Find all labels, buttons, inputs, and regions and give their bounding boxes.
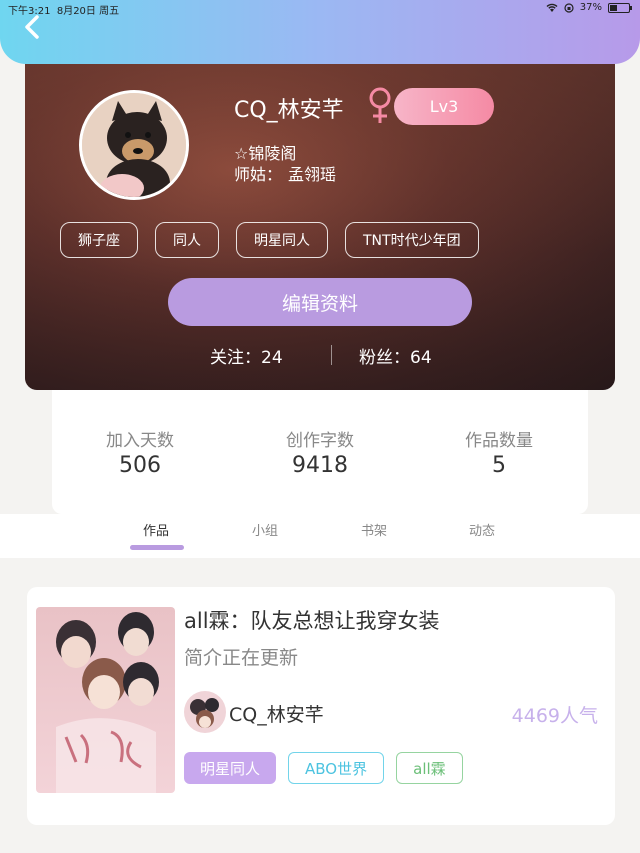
female-gender-icon <box>369 87 391 123</box>
wifi-icon <box>546 3 558 12</box>
top-bar: 下午3:21 8月20日 周五 37% <box>0 0 640 64</box>
book-cover[interactable] <box>36 607 175 793</box>
profile-tag[interactable]: 同人 <box>155 222 219 258</box>
stat-works-count: 作品数量 5 <box>429 426 569 478</box>
author-avatar[interactable] <box>184 691 226 733</box>
mentor-info: 师姑： 孟翎瑶 <box>234 161 336 185</box>
popularity-count: 4469人气 <box>511 705 598 727</box>
battery-percent: 37% <box>579 2 602 13</box>
profile-tag[interactable]: 狮子座 <box>60 222 138 258</box>
following-count[interactable]: 关注：24 <box>210 343 283 368</box>
back-arrow-icon[interactable] <box>20 14 46 40</box>
followers-count[interactable]: 粉丝：64 <box>359 343 432 368</box>
work-tags: 明星同人 ABO世界 all霖 <box>184 752 463 784</box>
status-date: 8月20日 周五 <box>56 6 120 17</box>
stat-word-count: 创作字数 9418 <box>250 426 390 478</box>
followers-value: 64 <box>410 348 432 368</box>
stat-label: 作品数量 <box>465 431 533 451</box>
tab-bar: 作品 小组 书架 动态 <box>0 514 640 558</box>
stat-join-days: 加入天数 506 <box>70 426 210 478</box>
divider <box>331 345 332 365</box>
tab-activity[interactable]: 动态 <box>469 520 495 539</box>
tab-groups[interactable]: 小组 <box>252 520 278 539</box>
profile-tag[interactable]: TNT时代少年团 <box>345 222 479 258</box>
battery-icon <box>608 2 632 13</box>
active-tab-indicator <box>130 545 184 550</box>
tab-bookshelf[interactable]: 书架 <box>361 520 387 539</box>
dog-photo <box>82 93 186 197</box>
author-avatar-image <box>184 691 226 733</box>
status-bar: 下午3:21 8月20日 周五 37% <box>8 2 632 17</box>
stats-panel: 加入天数 506 创作字数 9418 作品数量 5 <box>52 390 588 514</box>
profile-tags: 狮子座 同人 明星同人 TNT时代少年团 <box>60 222 479 258</box>
followers-label: 粉丝： <box>359 348 410 368</box>
profile-tag[interactable]: 明星同人 <box>236 222 328 258</box>
edit-profile-button[interactable]: 编辑资料 <box>168 278 472 326</box>
work-tag[interactable]: 明星同人 <box>184 752 277 784</box>
work-card[interactable]: all霖：队友总想让我穿女装 简介正在更新 CQ_林安芊 4469人气 明星同人… <box>27 587 615 825</box>
level-badge: Lv3 <box>394 88 494 125</box>
mentor-name[interactable]: 孟翎瑶 <box>288 165 336 184</box>
stat-label: 加入天数 <box>106 431 174 451</box>
stat-value: 506 <box>119 453 161 478</box>
tab-works[interactable]: 作品 <box>143 520 169 539</box>
following-value: 24 <box>261 348 283 368</box>
work-tag[interactable]: ABO世界 <box>288 752 385 784</box>
profile-header: CQ_林安芊 Lv3 ☆锦陵阁 师姑： 孟翎瑶 狮子座 同人 明星同人 TNT时代… <box>25 50 615 390</box>
cover-image <box>36 607 175 793</box>
following-label: 关注： <box>210 348 261 368</box>
work-title[interactable]: all霖：队友总想让我穿女装 <box>184 605 440 635</box>
username: CQ_林安芊 <box>234 98 344 123</box>
stat-label: 创作字数 <box>286 431 354 451</box>
avatar[interactable] <box>79 90 189 200</box>
stat-value: 5 <box>492 453 506 478</box>
work-tag[interactable]: all霖 <box>396 752 463 784</box>
work-description: 简介正在更新 <box>184 647 299 669</box>
rotation-lock-icon <box>564 2 574 13</box>
mentor-label: 师姑： <box>234 165 283 184</box>
status-right: 37% <box>546 2 632 13</box>
author-name[interactable]: CQ_林安芊 <box>229 700 324 727</box>
stat-value: 9418 <box>292 453 348 478</box>
